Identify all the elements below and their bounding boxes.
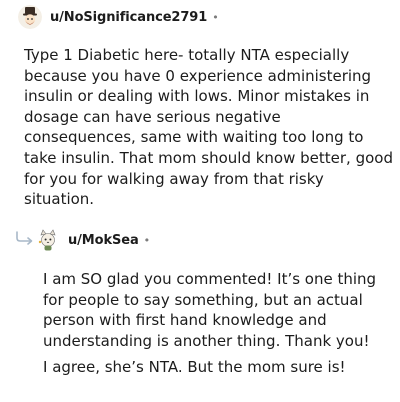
reply-paragraph: I agree, she’s NTA. But the mom sure is! [43, 358, 346, 377]
meta-separator: • [143, 233, 151, 247]
comment-author-row: u/NoSignificance2791 • [18, 4, 219, 30]
reply-author-row: u/MokSea • [36, 227, 150, 253]
user-avatar-icon[interactable] [36, 228, 60, 252]
reply-paragraph: I am SO glad you commented! It’s one thi… [43, 270, 377, 350]
user-avatar-icon[interactable] [18, 5, 42, 29]
meta-separator: • [212, 10, 219, 24]
reply-username[interactable]: u/MokSea [68, 233, 139, 248]
reply-body: I am SO glad you commented! It’s one thi… [43, 269, 393, 384]
reply-arrow-icon [16, 231, 33, 245]
comment-username[interactable]: u/NoSignificance2791 [50, 10, 207, 25]
comment-body: Type 1 Diabetic here- totally NTA especi… [24, 46, 393, 209]
